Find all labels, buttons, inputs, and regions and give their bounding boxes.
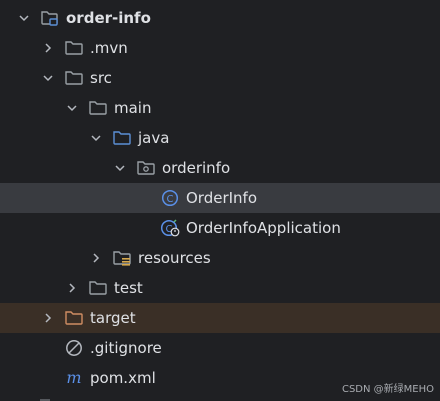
folder-icon [88, 99, 108, 117]
chevron-right-icon[interactable] [40, 310, 56, 326]
tree-item-java[interactable]: java [0, 123, 440, 153]
folder-icon [64, 69, 84, 87]
chevron-right-icon[interactable] [88, 250, 104, 266]
tree-item-label: .gitignore [90, 339, 162, 357]
resources-folder-icon [112, 249, 132, 267]
chevron-down-icon[interactable] [64, 100, 80, 116]
tree-item-orderinfo[interactable]: orderinfo [0, 153, 440, 183]
tree-item-label: orderinfo [162, 159, 231, 177]
tree-item-label: OrderInfoApplication [186, 219, 341, 237]
maven-icon: m [64, 369, 84, 387]
tree-item-label: OrderInfo [186, 189, 258, 207]
package-icon [136, 159, 156, 177]
tree-item-order-info[interactable]: order-info [0, 3, 440, 33]
tree-item-label: pom.xml [90, 369, 156, 387]
source-root-folder-icon [112, 129, 132, 147]
svg-text:m: m [66, 369, 81, 387]
tree-item-label: src [90, 69, 112, 87]
chevron-right-icon[interactable] [40, 40, 56, 56]
tree-item-label: java [138, 129, 170, 147]
chevron-down-icon[interactable] [112, 160, 128, 176]
tree-item-src[interactable]: src [0, 63, 440, 93]
tree-item-target[interactable]: target [0, 303, 440, 333]
tree-item-gitignore[interactable]: .gitignore [0, 333, 440, 363]
module-folder-icon [40, 9, 60, 27]
project-tree: order-info .mvn src main java orderinfo … [0, 0, 440, 401]
folder-icon [64, 39, 84, 57]
tree-item-test[interactable]: test [0, 273, 440, 303]
ignore-file-icon [64, 339, 84, 357]
folder-icon [88, 279, 108, 297]
tree-item-label: .mvn [90, 39, 128, 57]
tree-item-resources[interactable]: resources [0, 243, 440, 273]
chevron-down-icon[interactable] [16, 10, 32, 26]
svg-text:C: C [167, 194, 174, 205]
tree-item-label: main [114, 99, 152, 117]
tree-item-orderinfoapplication[interactable]: C OrderInfoApplication [0, 213, 440, 243]
tree-item-mvn[interactable]: .mvn [0, 33, 440, 63]
tree-item-label: test [114, 279, 143, 297]
chevron-down-icon[interactable] [40, 70, 56, 86]
tree-item-orderinfo-class[interactable]: C OrderInfo [0, 183, 440, 213]
spring-boot-class-icon: C [160, 219, 180, 237]
tree-item-label: target [90, 309, 136, 327]
tree-item-label: order-info [66, 9, 151, 27]
chevron-right-icon[interactable] [64, 280, 80, 296]
watermark: CSDN @新绿MEHO [341, 384, 434, 395]
tree-item-label: resources [138, 249, 211, 267]
tree-item-main[interactable]: main [0, 93, 440, 123]
java-class-icon: C [160, 189, 180, 207]
excluded-folder-icon [64, 309, 84, 327]
chevron-down-icon[interactable] [88, 130, 104, 146]
